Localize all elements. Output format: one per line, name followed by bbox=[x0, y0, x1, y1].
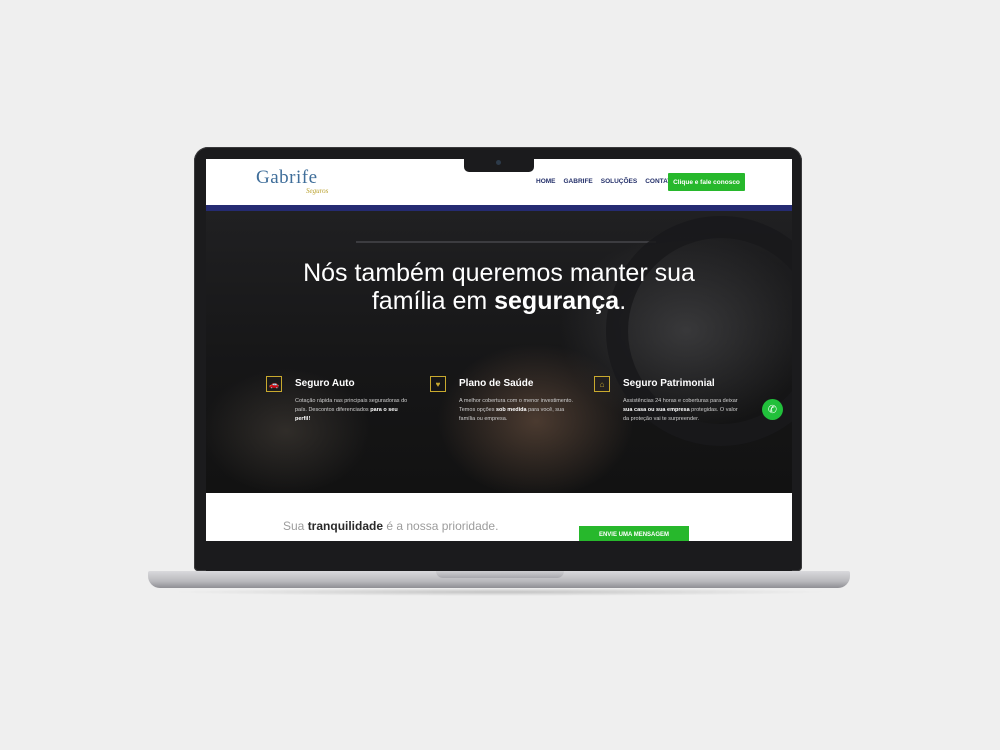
feature-title: Seguro Patrimonial bbox=[623, 378, 715, 389]
priority-tagline: Sua tranquilidade é a nossa prioridade. bbox=[283, 519, 498, 533]
car-icon: 🚗 bbox=[266, 376, 282, 392]
laptop-shadow bbox=[170, 588, 830, 596]
feature-title: Plano de Saúde bbox=[459, 378, 534, 389]
feature-title: Seguro Auto bbox=[295, 378, 355, 389]
main-nav: HOME GABRIFE SOLUÇÕES CONTATO bbox=[536, 178, 676, 185]
contact-cta-button[interactable]: Clique e fale conosco bbox=[668, 173, 745, 191]
features-row: 🚗 Seguro Auto Cotação rápida nas princip… bbox=[266, 376, 746, 466]
tagline-suffix: é a nossa prioridade. bbox=[383, 519, 499, 533]
hero-background-dashboard bbox=[356, 241, 656, 243]
heart-icon: ♥ bbox=[430, 376, 446, 392]
logo-sub-text: Seguros bbox=[306, 187, 329, 195]
logo[interactable]: Gabrife Seguros bbox=[256, 167, 346, 199]
whatsapp-button[interactable]: ✆ bbox=[762, 399, 783, 420]
feature-desc-bold: sob medida bbox=[496, 407, 527, 413]
hero-title-highlight: segurança bbox=[494, 287, 620, 315]
tagline-highlight: tranquilidade bbox=[307, 519, 384, 533]
send-message-button[interactable]: ENVIE UMA MENSAGEM bbox=[579, 526, 689, 541]
hero-title: Nós também queremos manter sua família e… bbox=[206, 259, 792, 315]
nav-gabrife[interactable]: GABRIFE bbox=[564, 178, 593, 185]
feature-description: A melhor cobertura com o menor investime… bbox=[459, 397, 574, 424]
nav-solucoes[interactable]: SOLUÇÕES bbox=[601, 178, 637, 185]
hero-section: Nós também queremos manter sua família e… bbox=[206, 211, 792, 493]
logo-main-text: Gabrife bbox=[256, 167, 318, 188]
hero-title-period: . bbox=[619, 287, 627, 315]
feature-desc-text: Assistências 24 horas e coberturas para … bbox=[623, 398, 738, 404]
camera-icon bbox=[496, 160, 501, 165]
laptop-opening-notch bbox=[436, 571, 564, 578]
laptop-screen: Gabrife Seguros HOME GABRIFE SOLUÇÕES CO… bbox=[206, 159, 792, 541]
nav-home[interactable]: HOME bbox=[536, 178, 556, 185]
priority-section: Sua tranquilidade é a nossa prioridade. … bbox=[206, 493, 792, 541]
screen-bezel-bottom bbox=[206, 541, 792, 571]
feature-description: Assistências 24 horas e coberturas para … bbox=[623, 397, 738, 424]
house-icon: ⌂ bbox=[594, 376, 610, 392]
feature-description: Cotação rápida nas principais seguradora… bbox=[295, 397, 410, 424]
whatsapp-icon: ✆ bbox=[767, 404, 778, 416]
tagline-prefix: Sua bbox=[283, 519, 308, 533]
hero-title-line1: Nós também queremos manter sua bbox=[303, 259, 695, 287]
hero-title-line2-prefix: família em bbox=[371, 287, 495, 315]
feature-desc-bold: sua casa ou sua empresa bbox=[623, 407, 690, 413]
